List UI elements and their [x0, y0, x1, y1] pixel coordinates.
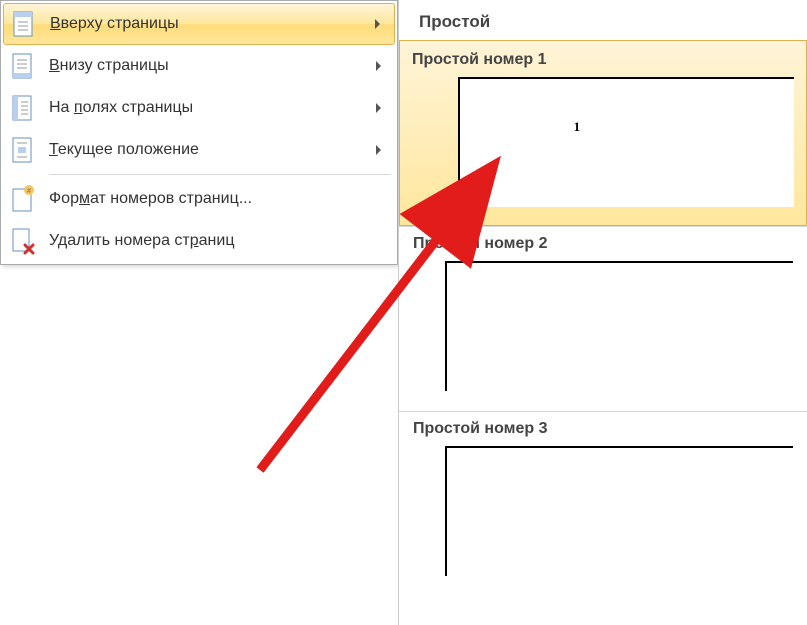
gallery-preview-thumbnail — [445, 261, 793, 391]
page-bottom-icon — [9, 52, 37, 80]
gallery-section-header: Простой — [399, 0, 807, 40]
gallery-item-title: Простой номер 2 — [399, 227, 807, 261]
page-number-dropdown: Вверху страницы Внизу страницы На полях … — [0, 0, 807, 625]
chevron-right-icon — [376, 103, 381, 113]
gallery-preview-thumbnail: 1 — [458, 77, 794, 207]
chevron-right-icon — [375, 19, 380, 29]
svg-text:#: # — [27, 188, 31, 195]
chevron-right-icon — [376, 61, 381, 71]
menu-item-label: Вверху страницы — [50, 15, 375, 33]
gallery-item-title: Простой номер 1 — [400, 41, 806, 77]
menu-item-bottom-of-page[interactable]: Внизу страницы — [3, 45, 395, 87]
chevron-right-icon — [376, 145, 381, 155]
menu-separator — [49, 174, 391, 175]
menu-item-remove-page-numbers[interactable]: Удалить номера страниц — [3, 220, 395, 262]
menu-item-top-of-page[interactable]: Вверху страницы — [3, 3, 395, 45]
menu-item-label: На полях страницы — [49, 99, 376, 117]
page-margins-icon — [9, 94, 37, 122]
menu-item-label: Текущее положение — [49, 141, 376, 159]
menu-item-label: Удалить номера страниц — [49, 232, 389, 250]
menu-item-current-position[interactable]: Текущее положение — [3, 129, 395, 171]
page-number-sample: 1 — [574, 119, 581, 135]
gallery-item-simple-3[interactable]: Простой номер 3 — [399, 411, 807, 576]
remove-numbers-icon — [9, 227, 37, 255]
menu-item-format-page-numbers[interactable]: # Формат номеров страниц... — [3, 178, 395, 220]
menu-item-page-margins[interactable]: На полях страницы — [3, 87, 395, 129]
gallery-item-simple-2[interactable]: Простой номер 2 — [399, 226, 807, 391]
gallery-item-simple-1[interactable]: Простой номер 1 1 — [399, 40, 807, 226]
format-numbers-icon: # — [9, 185, 37, 213]
gallery-preview-thumbnail — [445, 446, 793, 576]
menu-item-label: Формат номеров страниц... — [49, 190, 389, 208]
menu-item-label: Внизу страницы — [49, 57, 376, 75]
page-number-menu: Вверху страницы Внизу страницы На полях … — [0, 0, 398, 265]
page-current-icon — [9, 136, 37, 164]
page-number-gallery: Простой Простой номер 1 1 Простой номер … — [398, 0, 807, 625]
gallery-item-title: Простой номер 3 — [399, 412, 807, 446]
page-top-icon — [10, 10, 38, 38]
